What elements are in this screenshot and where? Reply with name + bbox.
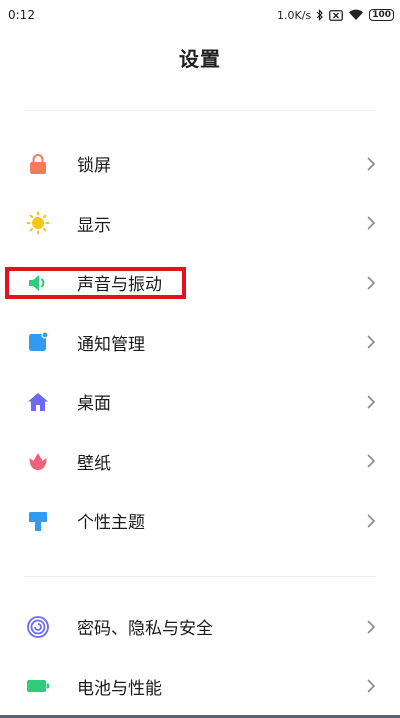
settings-item-label: 密码、隐私与安全 <box>77 619 213 640</box>
settings-item-lock-screen[interactable]: 锁屏 <box>0 134 400 194</box>
status-bar: 0:12 1.0K/s 100 <box>0 0 400 30</box>
settings-item-label: 声音与振动 <box>77 275 162 296</box>
page-title: 设置 <box>179 47 221 71</box>
settings-item-notifications[interactable]: 通知管理 <box>0 313 400 373</box>
settings-item-label: 显示 <box>77 215 111 236</box>
network-speed: 1.0K/s <box>277 8 312 22</box>
settings-item-display[interactable]: 显示 <box>0 194 400 254</box>
settings-item-themes[interactable]: 个性主题 <box>0 491 400 551</box>
tulip-icon <box>26 449 50 473</box>
lock-icon <box>26 152 50 176</box>
settings-item-battery-performance[interactable]: 电池与性能 <box>0 657 400 717</box>
settings-item-label: 个性主题 <box>77 513 145 534</box>
notification-icon <box>26 330 50 354</box>
header-divider <box>24 110 376 111</box>
paintbrush-icon <box>26 509 50 533</box>
settings-list-security: 密码、隐私与安全 电池与性能 <box>0 597 400 716</box>
settings-item-label: 桌面 <box>77 394 111 415</box>
settings-item-sound-vibration[interactable]: 声音与振动 <box>0 253 400 313</box>
wifi-icon <box>348 9 364 21</box>
settings-item-desktop[interactable]: 桌面 <box>0 372 400 432</box>
chevron-right-icon <box>366 395 376 409</box>
chevron-right-icon <box>366 514 376 528</box>
battery-icon: 100 <box>369 9 394 21</box>
bluetooth-icon <box>316 9 324 21</box>
battery-performance-icon <box>26 674 50 698</box>
settings-item-password-privacy-security[interactable]: 密码、隐私与安全 <box>0 597 400 657</box>
chevron-right-icon <box>366 335 376 349</box>
chevron-right-icon <box>366 276 376 290</box>
chevron-right-icon <box>366 679 376 693</box>
settings-item-label: 通知管理 <box>77 334 145 355</box>
speaker-icon <box>26 271 50 295</box>
chevron-right-icon <box>366 157 376 171</box>
settings-list: 锁屏 显示 声音与振动 通知管理 桌面 壁纸 个性主题 <box>0 134 400 551</box>
chevron-right-icon <box>366 454 376 468</box>
settings-item-label: 电池与性能 <box>77 678 162 699</box>
chevron-right-icon <box>366 216 376 230</box>
home-icon <box>26 390 50 414</box>
settings-item-label: 壁纸 <box>77 453 111 474</box>
fingerprint-icon <box>26 615 50 639</box>
sun-icon <box>26 211 50 235</box>
status-icons: 1.0K/s 100 <box>277 6 394 24</box>
settings-item-label: 锁屏 <box>77 156 111 177</box>
section-divider <box>24 576 376 577</box>
settings-item-wallpaper[interactable]: 壁纸 <box>0 432 400 492</box>
status-time: 0:12 <box>8 8 35 22</box>
chevron-right-icon <box>366 620 376 634</box>
sim-disabled-icon <box>329 9 344 21</box>
